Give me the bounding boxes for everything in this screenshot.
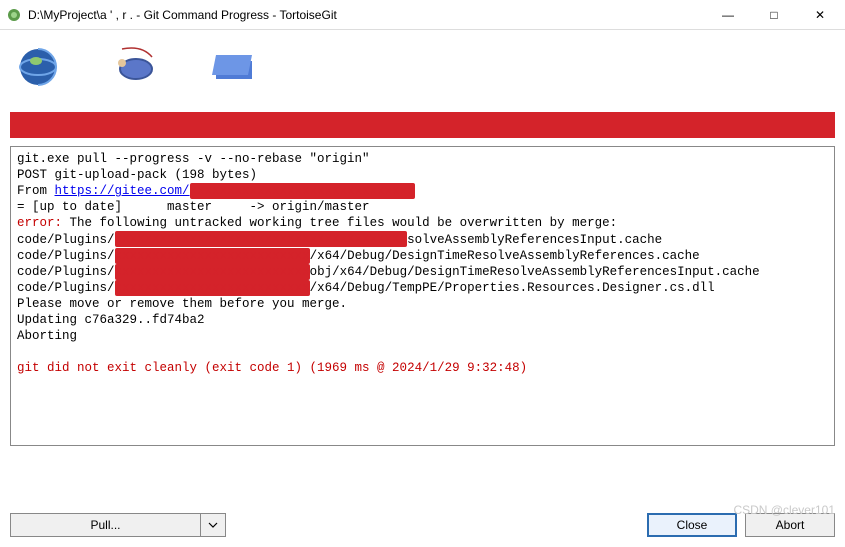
toolbar (0, 30, 845, 96)
log-line: code/Plugins/xxxxxxxxxxxxxxxxxxxxxxxxxxo… (17, 265, 760, 279)
spacer (234, 513, 639, 537)
globe-icon (14, 39, 62, 87)
log-line: Aborting (17, 329, 77, 343)
log-line: = [up to date] master -> origin/master (17, 200, 370, 214)
close-button[interactable]: Close (647, 513, 737, 537)
log-line: code/Plugins/xxxxxxxxxxxxxxxxxxxxxxxxxx/… (17, 249, 700, 263)
abort-button[interactable]: Abort (745, 513, 835, 537)
log-line: Updating c76a329..fd74ba2 (17, 313, 205, 327)
chevron-down-icon (208, 520, 218, 530)
pull-button[interactable]: Pull... (11, 514, 201, 536)
window-controls: — □ ✕ (705, 0, 843, 30)
log-line: git.exe pull --progress -v --no-rebase "… (17, 152, 370, 166)
minimize-button[interactable]: — (705, 0, 751, 30)
tortoise-icon (112, 39, 160, 87)
button-row: Pull... Close Abort (0, 513, 845, 537)
app-icon (6, 7, 22, 23)
output-log[interactable]: git.exe pull --progress -v --no-rebase "… (10, 146, 835, 446)
log-line (17, 345, 25, 359)
folder-icon (210, 39, 258, 87)
log-line: error: The following untracked working t… (17, 216, 617, 230)
log-exit-line: git did not exit cleanly (exit code 1) (… (17, 361, 527, 375)
log-line: code/Plugins/xxxxxxxxxxxxxxxxxxxxxxxxxx/… (17, 281, 715, 295)
log-line: code/Plugins/xxxxxxxxxxxxxxxxxxxxxxxxxxx… (17, 233, 662, 247)
pull-split-button: Pull... (10, 513, 226, 537)
maximize-button[interactable]: □ (751, 0, 797, 30)
log-line: From https://gitee.com/xxxxxxxxxxxxxxxxx… (17, 184, 415, 198)
window-title: D:\MyProject\a ' , r . - Git Command Pro… (28, 8, 705, 22)
close-window-button[interactable]: ✕ (797, 0, 843, 30)
title-bar: D:\MyProject\a ' , r . - Git Command Pro… (0, 0, 845, 30)
log-line: POST git-upload-pack (198 bytes) (17, 168, 257, 182)
pull-dropdown-arrow[interactable] (201, 514, 225, 536)
log-line: Please move or remove them before you me… (17, 297, 347, 311)
remote-url[interactable]: https://gitee.com/ (55, 184, 190, 198)
progress-bar (10, 112, 835, 138)
